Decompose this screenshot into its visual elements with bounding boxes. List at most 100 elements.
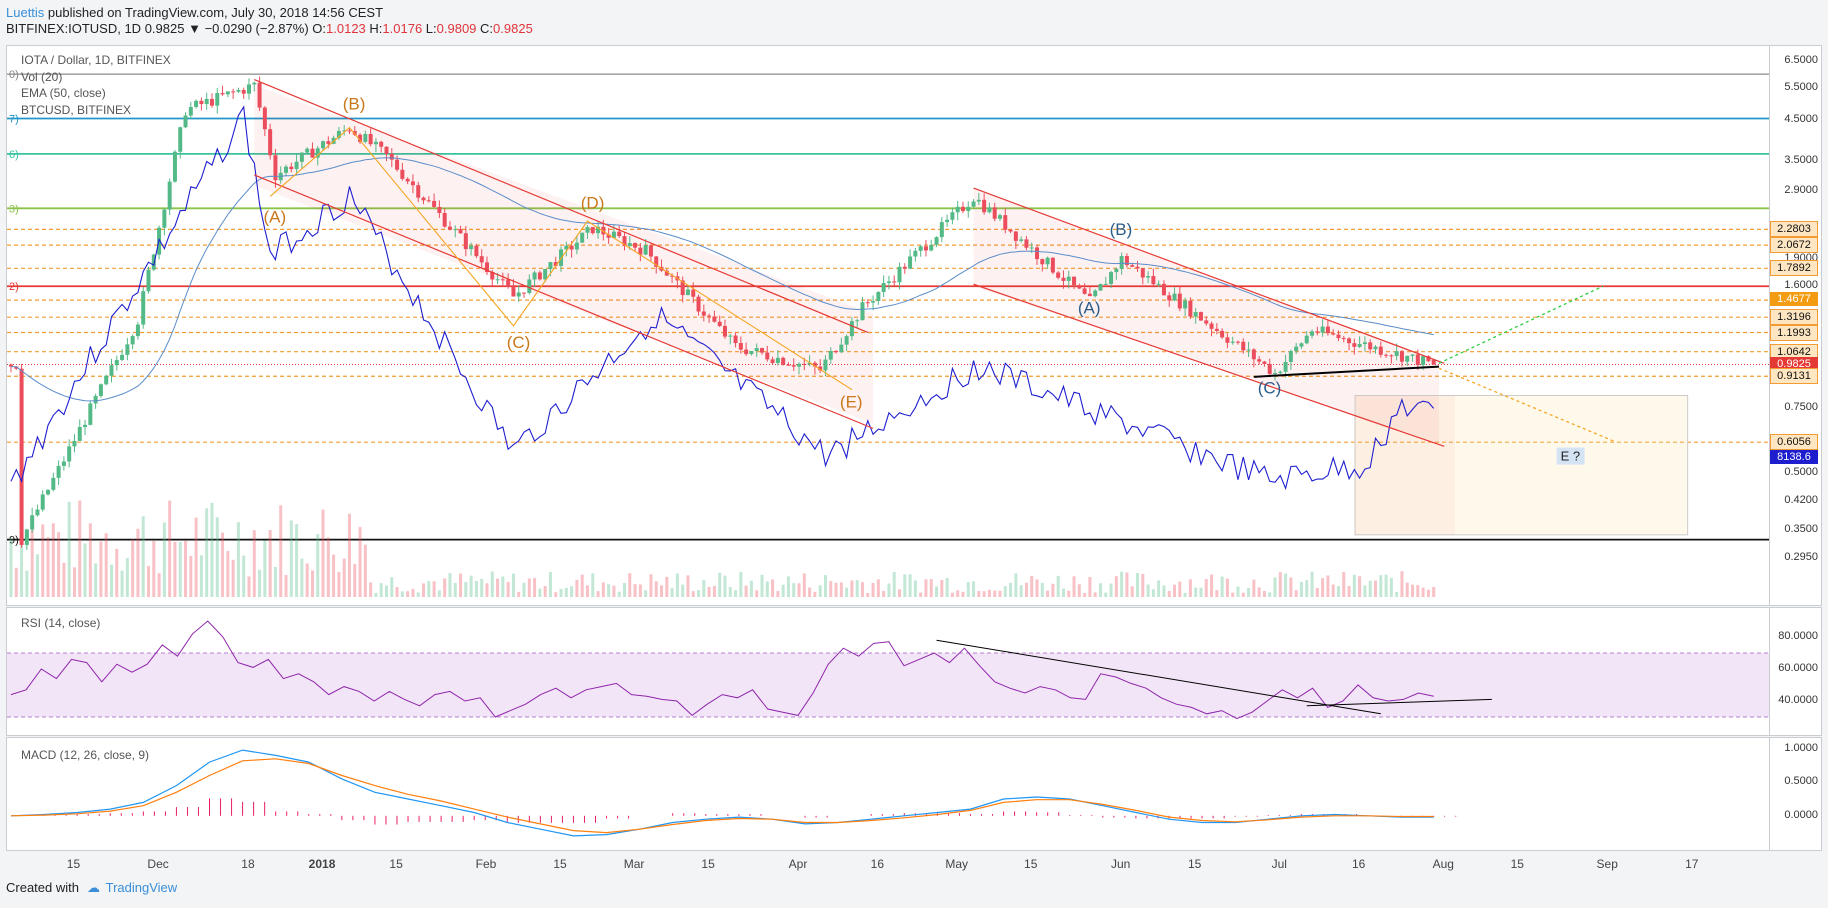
volume-bar: [1305, 580, 1309, 597]
volume-bar: [332, 554, 336, 597]
author-link[interactable]: Luettis: [6, 5, 44, 20]
volume-bar: [464, 582, 468, 597]
wave-2-label: (A): [1078, 299, 1101, 318]
time-axis-label: 15: [389, 857, 403, 871]
candle-body: [56, 465, 61, 478]
fib-level-label: 7): [9, 113, 19, 125]
volume-bar: [601, 582, 605, 597]
candle-body: [1320, 326, 1325, 333]
candle-body: [1331, 333, 1336, 335]
volume-bar: [797, 583, 801, 597]
candle-body: [781, 357, 786, 365]
volume-bar: [416, 592, 420, 597]
volume-bar: [681, 584, 685, 597]
rsi-pane[interactable]: RSI (14, close): [6, 607, 1770, 736]
candle-body: [913, 250, 918, 257]
candle-body: [1193, 312, 1198, 317]
candle-body: [1103, 283, 1108, 285]
volume-bar: [697, 590, 701, 597]
volume-bar: [385, 585, 389, 597]
candle-body: [1214, 328, 1219, 331]
volume-bar: [432, 581, 436, 597]
tradingview-logo-icon[interactable]: ☁: [87, 880, 100, 895]
candle-body: [749, 351, 754, 355]
candle-body: [1172, 293, 1177, 301]
open-value: 1.0123: [326, 21, 366, 36]
candle-body: [1151, 276, 1156, 285]
candle-body: [1362, 342, 1367, 345]
rsi-legend[interactable]: RSI (14, close): [21, 615, 100, 632]
candle-body: [966, 206, 971, 212]
volume-bar: [189, 555, 193, 597]
candle-body: [1257, 359, 1262, 362]
volume-bar: [136, 528, 140, 597]
candle-body: [960, 206, 965, 212]
candle-body: [828, 350, 833, 360]
volume-bar: [649, 574, 653, 597]
volume-bar: [1014, 573, 1018, 597]
volume-bar: [422, 583, 426, 597]
candle-body: [834, 350, 839, 353]
price-pane[interactable]: 0) 7) 6) 3) 2) 9) (A) (B) (C) (D) (E) (A) (B) (C) E ? …: [6, 45, 1770, 606]
macd-pane[interactable]: MACD (12, 26, close, 9): [6, 737, 1770, 851]
candle-body: [696, 296, 701, 312]
volume-bar: [802, 573, 806, 597]
volume-bar: [1051, 583, 1055, 597]
candle-body: [1045, 257, 1050, 265]
candle-body: [1357, 344, 1362, 347]
candle-body: [511, 286, 516, 297]
legend-title[interactable]: IOTA / Dollar, 1D, BITFINEX: [21, 52, 171, 69]
volume-bar: [860, 582, 864, 597]
time-axis-label: 15: [701, 857, 715, 871]
volume-bar: [1368, 580, 1372, 597]
candle-body: [458, 229, 463, 234]
legend-vol[interactable]: Vol (20): [21, 69, 171, 86]
candle-body: [574, 242, 579, 250]
candle-body: [929, 244, 934, 251]
volume-bar: [660, 585, 664, 597]
projection-label: E ?: [1561, 449, 1581, 464]
candle-body: [51, 477, 56, 490]
fib-level-label: 6): [9, 149, 19, 161]
candle-body: [1135, 266, 1140, 269]
time-axis-label: 15: [553, 857, 567, 871]
price-badge: 2.0672: [1770, 237, 1818, 254]
volume-bar: [300, 558, 304, 597]
volume-bar: [363, 544, 367, 597]
candle-body: [1235, 341, 1240, 343]
volume-bar: [866, 592, 870, 597]
macd-legend[interactable]: MACD (12, 26, close, 9): [21, 747, 149, 764]
candle-body: [1220, 330, 1225, 338]
candle-body: [1410, 354, 1415, 356]
candle-body: [442, 212, 447, 227]
candle-body: [839, 344, 844, 353]
volume-bar: [1019, 585, 1023, 597]
volume-bar: [707, 586, 711, 597]
rsi-axis[interactable]: 80.0000 60.0000 40.0000: [1770, 607, 1822, 736]
price-badge: 1.1993: [1770, 324, 1818, 341]
candle-body: [997, 215, 1002, 219]
volume-bar: [580, 574, 584, 597]
volume-bar: [1162, 585, 1166, 597]
time-axis-label: Aug: [1432, 857, 1454, 871]
volume-bar: [945, 578, 949, 597]
volume-bar: [871, 582, 875, 597]
volume-bar: [30, 529, 34, 597]
volume-bar: [316, 534, 320, 597]
candle-body: [580, 232, 585, 243]
footer-brand[interactable]: TradingView: [106, 880, 178, 895]
candle-body: [1146, 276, 1151, 278]
rsi-axis-label: 40.0000: [1778, 694, 1818, 706]
candle-body: [220, 93, 225, 95]
legend-compare[interactable]: BTCUSD, BITFINEX: [21, 102, 171, 119]
candle-body: [1384, 354, 1389, 356]
low-value: 0.9809: [436, 21, 477, 36]
volume-bar: [813, 591, 817, 597]
time-axis-label: 16: [1351, 857, 1366, 871]
legend-ema[interactable]: EMA (50, close): [21, 85, 171, 102]
candle-body: [918, 246, 923, 251]
candle-body: [886, 281, 891, 283]
candle-body: [1056, 272, 1061, 278]
candle-body: [289, 166, 294, 170]
macd-axis[interactable]: 1.0000 0.5000 0.0000: [1770, 737, 1822, 851]
